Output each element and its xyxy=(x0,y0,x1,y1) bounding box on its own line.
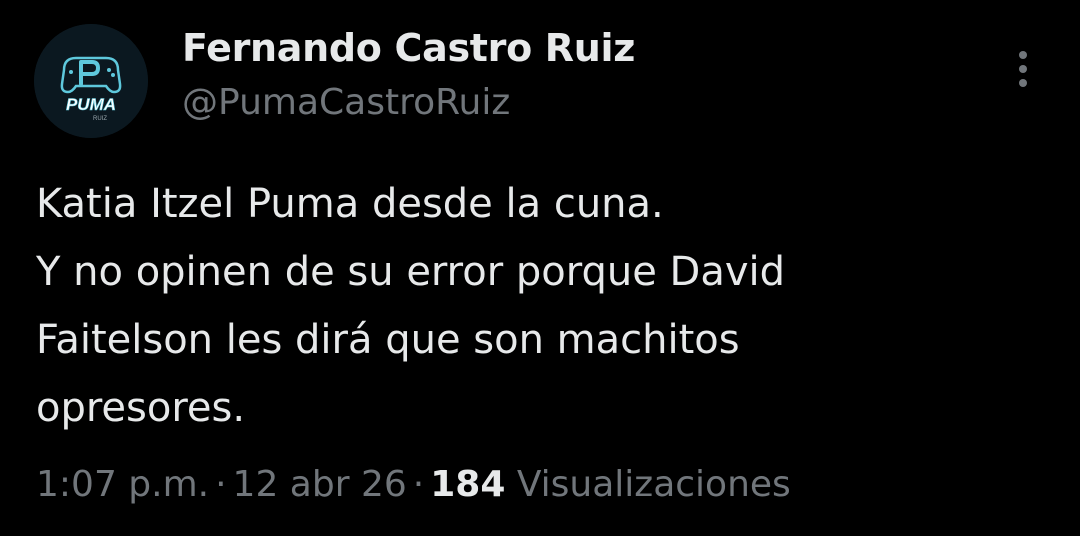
avatar-logo-subtext: RUIZ xyxy=(93,116,107,122)
tweet-time[interactable]: 1:07 p.m. xyxy=(36,464,209,505)
views-count[interactable]: 184 xyxy=(430,464,505,505)
more-options-button[interactable] xyxy=(1004,48,1044,90)
tweet-line: Faitelson les dirá que son machitos xyxy=(36,317,740,363)
meta-separator: · xyxy=(412,464,425,505)
avatar[interactable]: PUMA RUIZ xyxy=(34,24,148,138)
author-handle[interactable]: @PumaCastroRuiz xyxy=(182,82,510,123)
tweet-line: Y no opinen de su error porque David xyxy=(36,249,786,295)
tweet-line: opresores. xyxy=(36,385,246,431)
more-vertical-icon xyxy=(1019,79,1027,87)
avatar-logo-text: PUMA xyxy=(66,95,116,114)
tweet-date[interactable]: 12 abr 26 xyxy=(233,464,407,505)
more-vertical-icon xyxy=(1019,51,1027,59)
views-label[interactable]: Visualizaciones xyxy=(517,464,791,505)
meta-separator: · xyxy=(215,464,227,505)
more-vertical-icon xyxy=(1019,65,1027,73)
tweet-card: PUMA RUIZ Fernando Castro Ruiz @PumaCast… xyxy=(0,0,1080,536)
author-display-name[interactable]: Fernando Castro Ruiz xyxy=(182,26,635,70)
gamepad-icon: PUMA RUIZ xyxy=(34,24,148,138)
tweet-line: Katia Itzel Puma desde la cuna. xyxy=(36,181,664,227)
tweet-meta: 1:07 p.m. · 12 abr 26 · 184 Visualizaciones xyxy=(36,464,791,505)
tweet-text: Katia Itzel Puma desde la cuna. Y no opi… xyxy=(36,170,1046,442)
